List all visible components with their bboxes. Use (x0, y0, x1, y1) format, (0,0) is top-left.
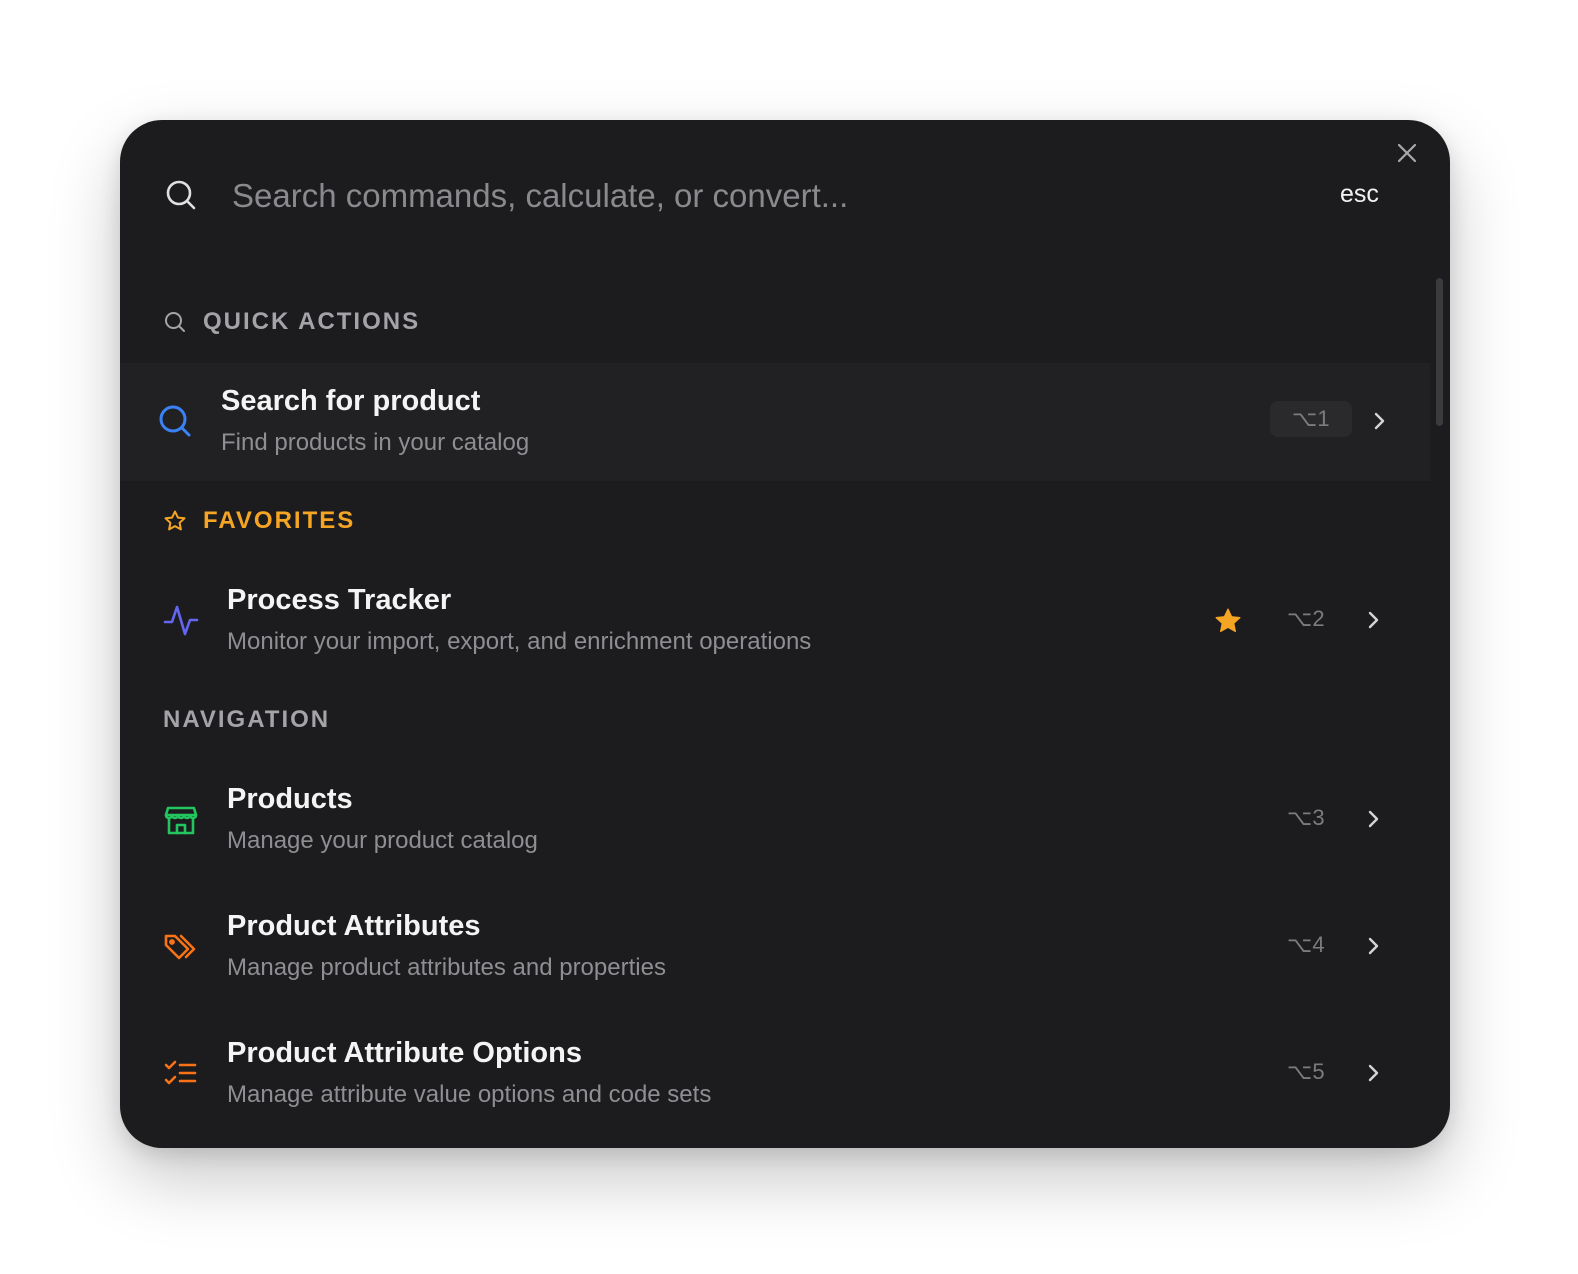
search-icon (166, 180, 196, 210)
search-icon (163, 310, 187, 334)
item-subtitle: Manage product attributes and properties (227, 954, 666, 981)
section-header-quick-actions: QUICK ACTIONS (163, 306, 420, 338)
activity-icon (162, 601, 200, 639)
shortcut-badge: ⌥2 (1287, 606, 1325, 631)
chevron-right-icon (1368, 937, 1379, 955)
item-subtitle: Manage attribute value options and code … (227, 1081, 712, 1108)
command-item-search-for-product[interactable]: Search for product Find products in your… (120, 363, 1430, 481)
item-title: Product Attribute Options (227, 1037, 582, 1069)
command-item-process-tracker[interactable]: Process Tracker Monitor your import, exp… (120, 562, 1430, 680)
command-item-product-attribute-options[interactable]: Product Attribute Options Manage attribu… (120, 1015, 1430, 1133)
item-title: Search for product (221, 385, 481, 417)
shortcut-badge: ⌥5 (1287, 1059, 1325, 1084)
star-filled-icon[interactable] (1213, 606, 1243, 636)
chevron-right-icon (1368, 611, 1379, 629)
command-item-products[interactable]: Products Manage your product catalog ⌥3 (120, 761, 1430, 879)
command-item-product-attributes[interactable]: Product Attributes Manage product attrib… (120, 888, 1430, 1006)
item-title: Product Attributes (227, 910, 481, 942)
list-checks-icon (162, 1054, 200, 1092)
item-subtitle: Monitor your import, export, and enrichm… (227, 628, 812, 655)
star-outline-icon (163, 509, 187, 533)
tags-icon (162, 927, 200, 965)
shortcut-badge: ⌥4 (1287, 932, 1325, 957)
section-label: FAVORITES (203, 507, 356, 534)
search-icon (156, 402, 194, 440)
command-palette: esc QUICK ACTIONS Search for product Fin… (120, 120, 1450, 1148)
section-header-navigation: NAVIGATION (163, 704, 330, 736)
store-icon (162, 800, 200, 838)
chevron-right-icon (1368, 810, 1379, 828)
shortcut-badge: ⌥1 (1270, 401, 1352, 437)
chevron-right-icon (1374, 412, 1385, 430)
search-input[interactable] (230, 170, 1314, 222)
section-header-favorites: FAVORITES (163, 505, 355, 537)
shortcut-badge: ⌥3 (1287, 805, 1325, 830)
item-title: Products (227, 783, 353, 815)
section-label: QUICK ACTIONS (203, 308, 421, 335)
section-label: NAVIGATION (163, 706, 331, 733)
scrollbar[interactable] (1436, 278, 1443, 426)
esc-hint: esc (1340, 180, 1379, 208)
search-bar: esc (120, 160, 1450, 230)
item-subtitle: Find products in your catalog (221, 429, 530, 456)
chevron-right-icon (1368, 1064, 1379, 1082)
item-subtitle: Manage your product catalog (227, 827, 538, 854)
item-title: Process Tracker (227, 584, 452, 616)
